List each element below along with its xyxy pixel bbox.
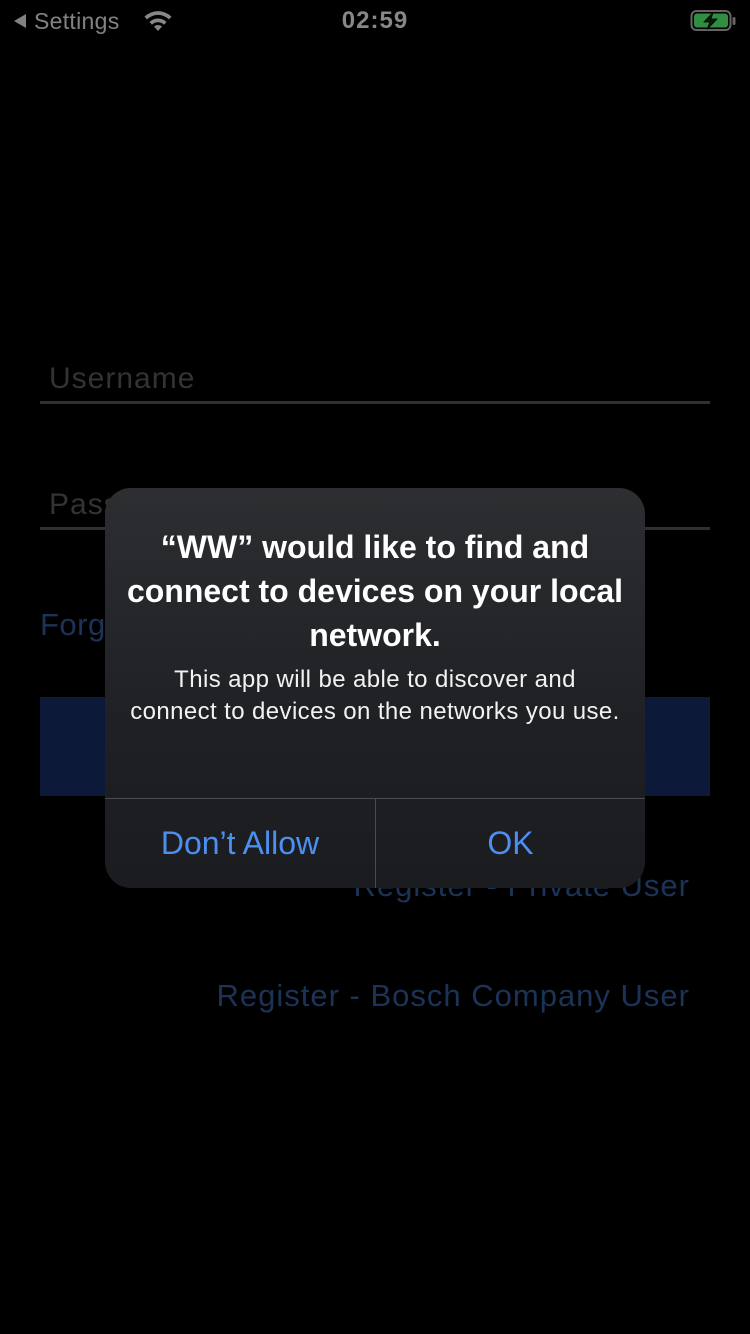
alert-message: This app will be able to discover and co… bbox=[130, 666, 620, 725]
dont-allow-button[interactable]: Don’t Allow bbox=[105, 799, 375, 888]
ok-button[interactable]: OK bbox=[376, 799, 645, 888]
local-network-permission-alert: “WW” would like to find and connect to d… bbox=[105, 488, 645, 888]
alert-title: “WW” would like to find and connect to d… bbox=[126, 529, 624, 653]
